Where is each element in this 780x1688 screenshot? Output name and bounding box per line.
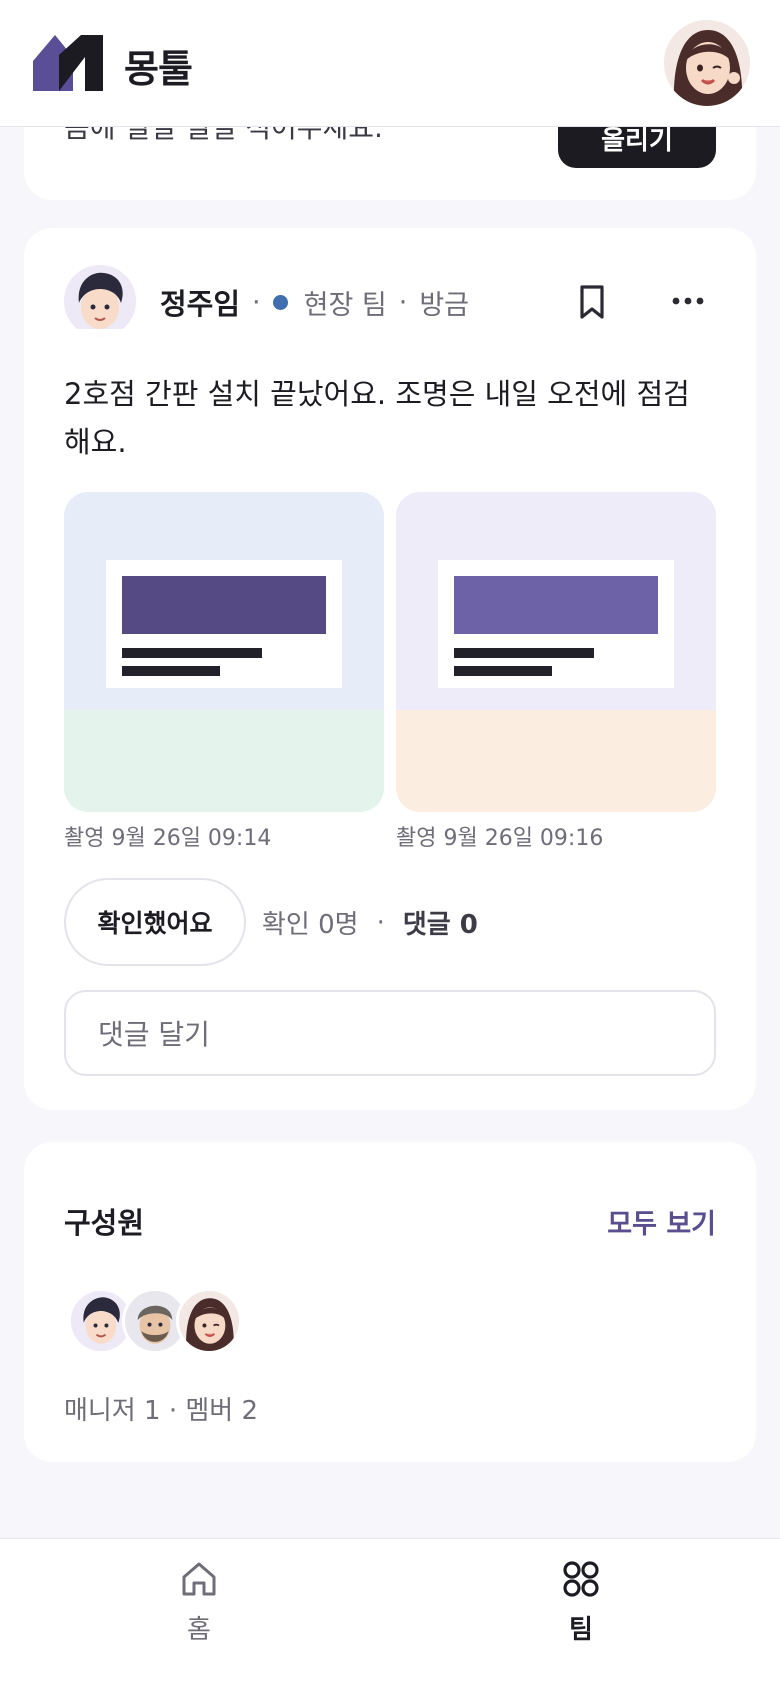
author-avatar[interactable] [64, 265, 136, 337]
signboard-panel [454, 576, 658, 634]
post-card: 정주임 · 현장 팀 · 방금 2호점 간판 설치 끝났어요. 조명은 내일 오… [24, 228, 756, 1110]
signboard-illustration [438, 560, 674, 688]
more-options-icon[interactable] [670, 288, 706, 314]
see-all-members-link[interactable]: 모두 보기 [607, 1202, 716, 1241]
meta-separator: · [252, 286, 261, 318]
grid-icon [563, 1561, 599, 1597]
signboard-illustration [106, 560, 342, 688]
nav-item-home[interactable]: 홈 [139, 1559, 259, 1659]
woman-avatar-icon [179, 1291, 239, 1351]
profile-avatar[interactable] [664, 20, 750, 106]
brand-logo-icon[interactable] [33, 35, 103, 91]
brand-name: 몽툴 [124, 47, 193, 91]
post-photo[interactable] [396, 492, 716, 812]
member-avatar-list[interactable] [68, 1288, 328, 1354]
post-meta: 정주임 · 현장 팀 · 방금 [160, 282, 469, 322]
meta-separator: · [398, 286, 408, 318]
comment-input[interactable]: 댓글 달기 [64, 990, 716, 1076]
signboard-line [454, 648, 594, 658]
post-stats: 확인 0명 · 댓글 0 [262, 904, 478, 941]
member-avatar[interactable] [176, 1288, 242, 1354]
app-header: 몽툴 [0, 0, 780, 127]
bottom-navigation: 홈 팀 [0, 1538, 780, 1688]
photo-caption: 촬영 9월 26일 09:14 [64, 826, 272, 851]
members-summary: 매니저 1 · 멤버 2 [64, 1396, 259, 1426]
confirm-count: 확인 0명 [262, 910, 359, 940]
signboard-line [122, 648, 262, 658]
bookmark-icon[interactable] [576, 283, 608, 321]
photo-background-bottom [64, 710, 384, 812]
team-color-dot [272, 294, 288, 310]
woman-avatar-icon [664, 20, 750, 106]
post-body-text: 2호점 간판 설치 끝났어요. 조명은 내일 오전에 점검해요. [64, 377, 690, 459]
photo-background-bottom [396, 710, 716, 812]
stats-separator: · [376, 907, 385, 938]
signboard-panel [122, 576, 326, 634]
man-avatar-icon [64, 265, 136, 337]
post-photo[interactable] [64, 492, 384, 812]
signboard-line [454, 666, 552, 676]
members-title: 구성원 [64, 1206, 145, 1240]
confirm-button[interactable]: 확인했어요 [64, 878, 246, 966]
nav-item-team[interactable]: 팀 [521, 1559, 641, 1659]
nav-label-team: 팀 [569, 1615, 593, 1645]
nav-label-home: 홈 [187, 1615, 211, 1645]
home-icon [182, 1562, 216, 1596]
author-name[interactable]: 정주임 [160, 281, 240, 323]
photo-caption: 촬영 9월 26일 09:16 [396, 826, 604, 851]
comment-count[interactable]: 댓글 0 [403, 904, 478, 941]
members-card: 구성원 모두 보기 매니저 1 · 멤버 2 [24, 1142, 756, 1462]
signboard-line [122, 666, 220, 676]
team-name[interactable]: 현장 팀 [304, 283, 387, 322]
post-time: 방금 [419, 289, 470, 321]
